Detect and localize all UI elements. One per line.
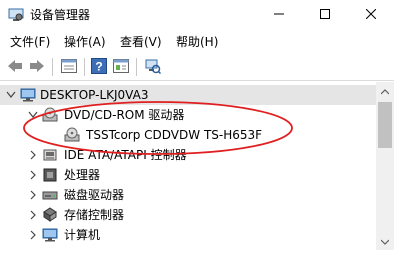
- minimize-icon: [274, 8, 284, 22]
- menu-view[interactable]: 查看(V): [120, 34, 162, 50]
- storage-controller-icon: [42, 207, 58, 223]
- tree-node-disk-drives[interactable]: 磁盘驱动器: [0, 185, 376, 205]
- device-tree: DESKTOP-LKJ0VA3 DVD/CD-ROM 驱动器 TSSTcorp …: [0, 82, 376, 273]
- maximize-icon: [320, 8, 330, 22]
- close-button[interactable]: [348, 0, 394, 30]
- tree-node-tsstcorp-drive[interactable]: TSSTcorp CDDVDW TS-H653F: [0, 125, 376, 145]
- forward-arrow-icon: [29, 59, 45, 76]
- tree-node-label: IDE ATA/ATAPI 控制器: [64, 148, 187, 162]
- scrollbar-thumb[interactable]: [378, 102, 392, 148]
- toolbar-separator: [136, 58, 137, 76]
- menu-help[interactable]: 帮助(H): [176, 34, 218, 50]
- computer-icon: [42, 227, 58, 243]
- view-panel-icon: [113, 58, 129, 76]
- menu-file[interactable]: 文件(F): [10, 34, 50, 50]
- back-button[interactable]: [6, 58, 24, 76]
- minimize-button[interactable]: [256, 0, 302, 30]
- vertical-scrollbar[interactable]: [376, 82, 394, 250]
- scroll-down-button[interactable]: [376, 232, 394, 250]
- tree-node-dvd-cdrom[interactable]: DVD/CD-ROM 驱动器: [0, 105, 376, 125]
- tree-node-label: 存储控制器: [64, 208, 125, 222]
- optical-drive-icon: [42, 107, 58, 123]
- forward-button[interactable]: [28, 58, 46, 76]
- expand-arrow-icon[interactable]: [28, 189, 38, 201]
- toolbar-separator: [52, 58, 53, 76]
- expand-arrow-icon[interactable]: [28, 149, 38, 161]
- scroll-up-button[interactable]: [376, 82, 394, 100]
- view-panel-button[interactable]: [112, 58, 130, 76]
- title-bar: 设备管理器: [0, 0, 394, 30]
- expand-arrow-icon[interactable]: [28, 209, 38, 221]
- menu-action[interactable]: 操作(A): [64, 34, 106, 50]
- disk-drive-icon: [42, 187, 58, 203]
- svg-text:?: ?: [95, 59, 102, 73]
- chevron-down-icon: [380, 234, 390, 248]
- tree-node-computer[interactable]: 计算机: [0, 225, 376, 245]
- device-manager-app-icon: [8, 8, 24, 22]
- tree-root-label: DESKTOP-LKJ0VA3: [40, 88, 149, 102]
- help-button[interactable]: ?: [90, 57, 108, 77]
- collapse-arrow-icon[interactable]: [28, 109, 38, 121]
- ide-controller-icon: [42, 147, 58, 163]
- window-title: 设备管理器: [30, 8, 91, 22]
- tree-node-label: TSSTcorp CDDVDW TS-H653F: [86, 128, 263, 142]
- back-arrow-icon: [7, 59, 23, 76]
- processor-icon: [42, 167, 58, 183]
- tree-node-ide-ata[interactable]: IDE ATA/ATAPI 控制器: [0, 145, 376, 165]
- menu-bar: 文件(F) 操作(A) 查看(V) 帮助(H): [0, 31, 394, 53]
- tree-node-processor[interactable]: 处理器: [0, 165, 376, 185]
- tree-node-label: 磁盘驱动器: [64, 188, 125, 202]
- tree-node-label: 处理器: [64, 168, 101, 182]
- chevron-up-icon: [380, 84, 390, 98]
- tree-node-label: DVD/CD-ROM 驱动器: [64, 108, 185, 122]
- computer-icon: [20, 87, 36, 103]
- toolbar-separator: [84, 58, 85, 76]
- scan-hardware-icon: [145, 58, 162, 77]
- expand-arrow-icon[interactable]: [28, 169, 38, 181]
- tree-node-label: 计算机: [64, 228, 101, 242]
- properties-panel-button[interactable]: [60, 58, 78, 76]
- properties-panel-icon: [61, 58, 77, 76]
- collapse-arrow-icon[interactable]: [6, 89, 16, 101]
- close-icon: [365, 8, 377, 22]
- tree-root-row[interactable]: DESKTOP-LKJ0VA3: [0, 85, 376, 105]
- tree-node-storage-controllers[interactable]: 存储控制器: [0, 205, 376, 225]
- expand-arrow-icon[interactable]: [28, 229, 38, 241]
- scan-hardware-button[interactable]: [144, 58, 162, 76]
- help-icon: ?: [91, 57, 107, 77]
- optical-disc-icon: [64, 127, 80, 143]
- maximize-button[interactable]: [302, 0, 348, 30]
- toolbar: ?: [0, 53, 394, 81]
